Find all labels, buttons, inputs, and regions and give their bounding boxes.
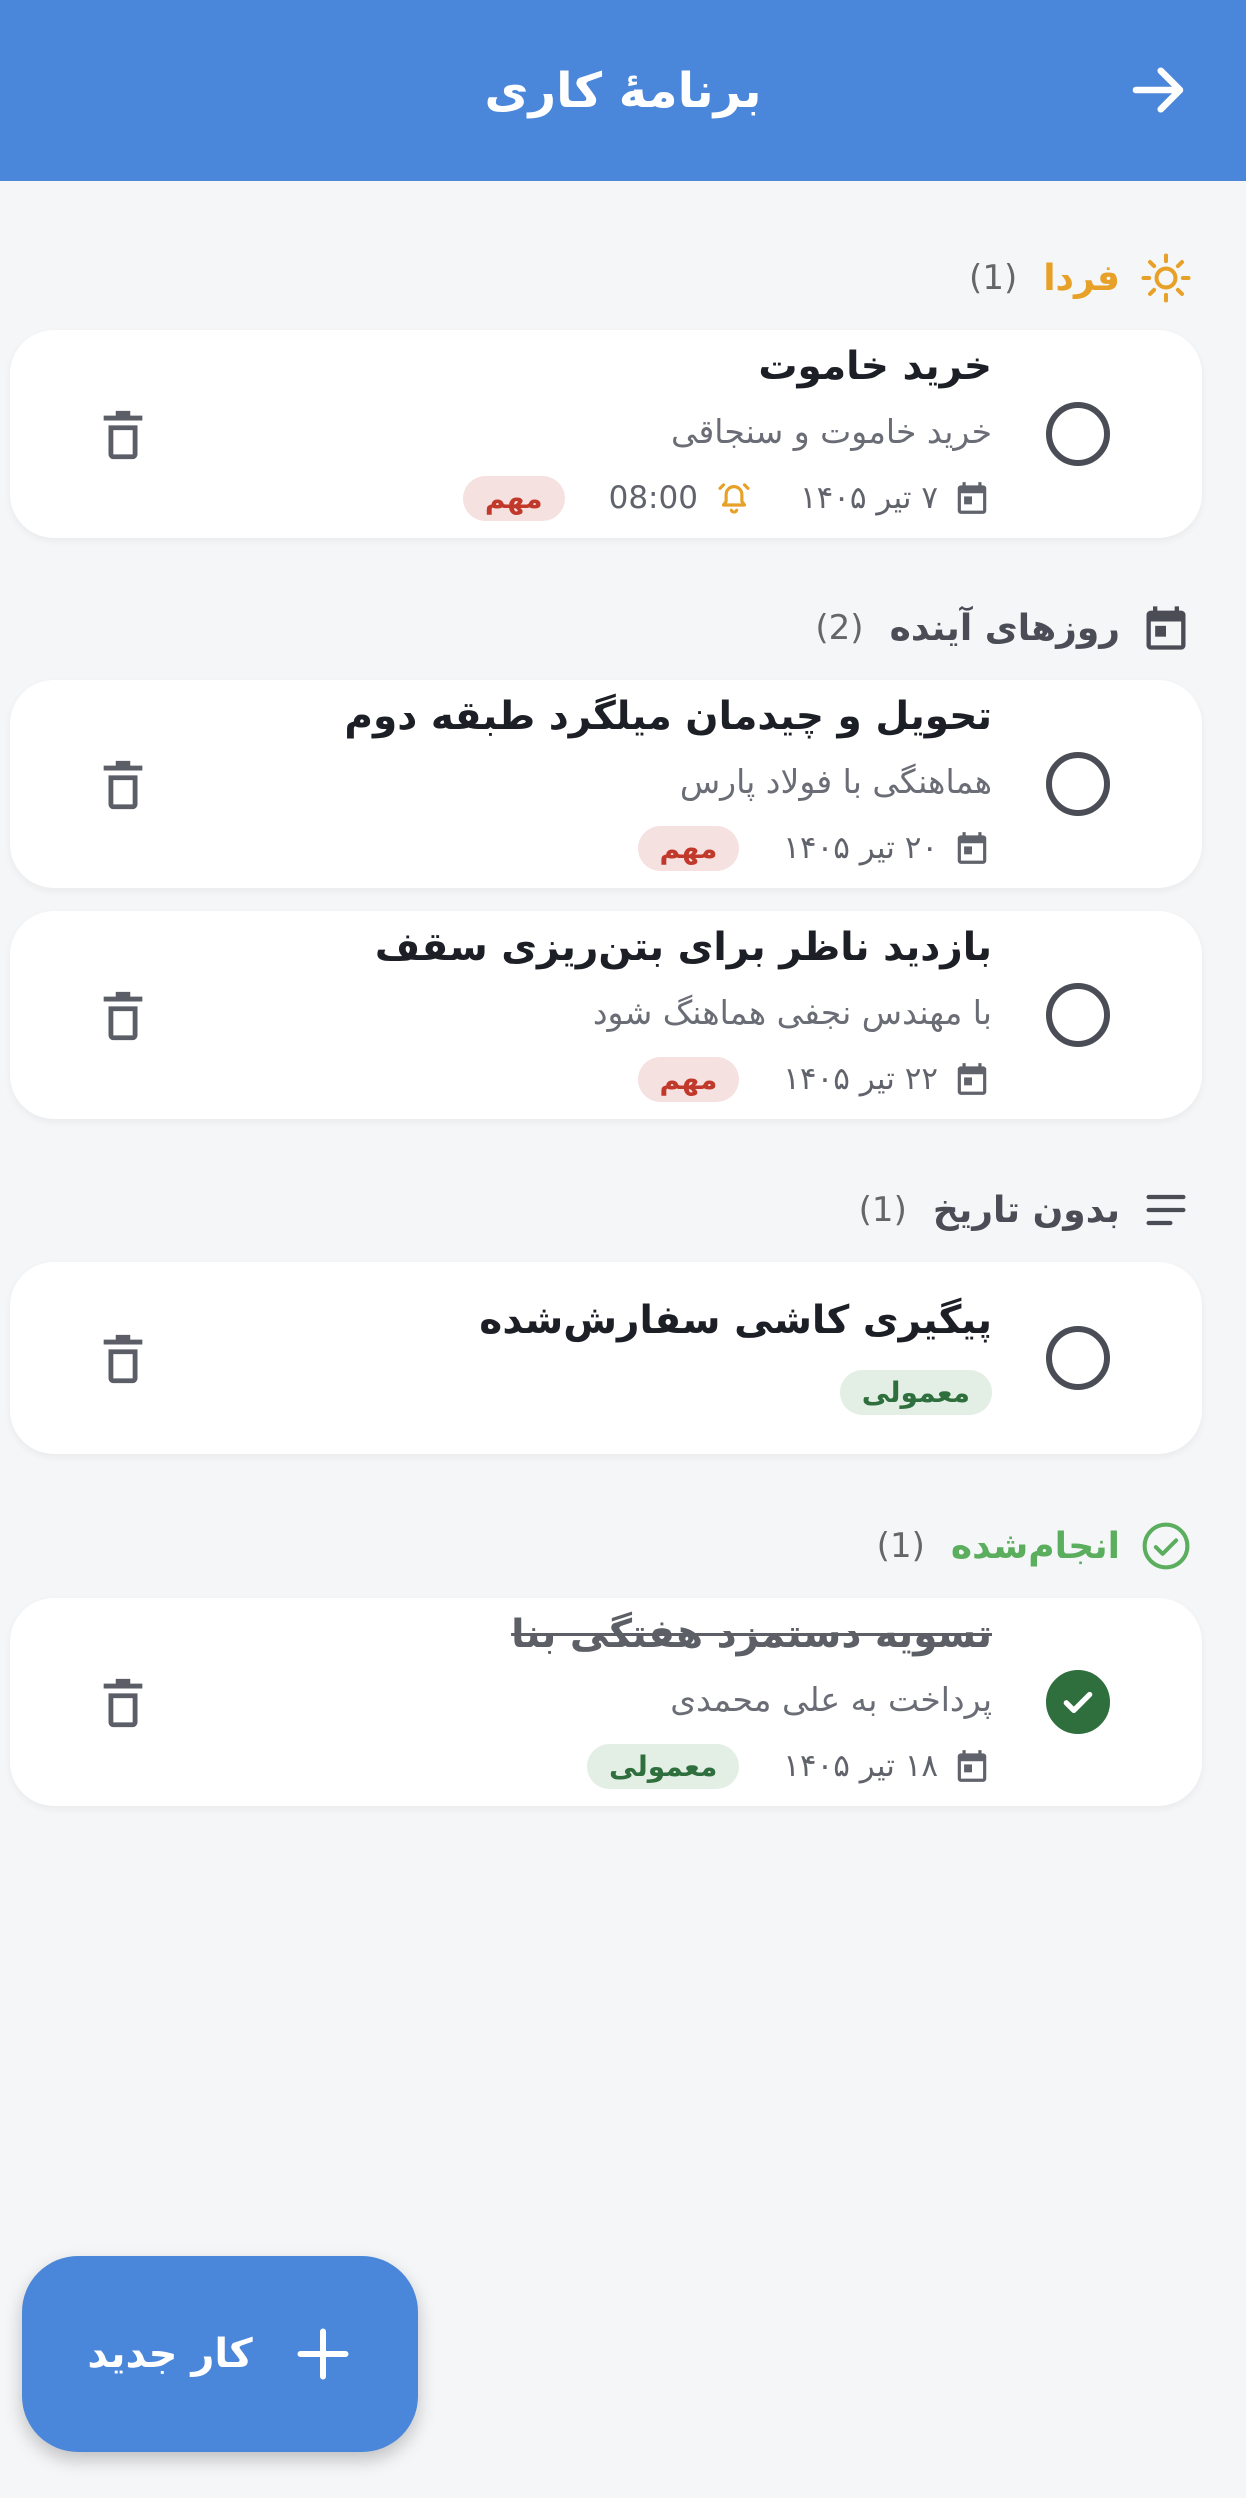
app-bar: برنامهٔ کاری (0, 0, 1246, 181)
new-task-button[interactable]: کار جدید (22, 2256, 418, 2452)
task-title: تسویه دستمزد هفتگی بنا (511, 1612, 992, 1657)
section-header-tomorrow: فردا (1) (969, 248, 1194, 308)
task-checkbox[interactable] (1046, 1326, 1110, 1390)
task-meta: ۲۰ تیر ۱۴۰۵ مهم (637, 824, 993, 872)
page-title: برنامهٔ کاری (484, 62, 762, 119)
task-card-completed[interactable]: تسویه دستمزد هفتگی بنا پرداخت به علی محم… (10, 1598, 1202, 1806)
checkmark-icon (1063, 1691, 1093, 1713)
section-count: (2) (815, 608, 864, 648)
calendar-icon (1138, 600, 1194, 656)
section-title: انجام‌شده (950, 1525, 1120, 1567)
priority-badge: مهم (637, 1056, 740, 1102)
task-title: تحویل و چیدمان میلگرد طبقه دوم (344, 694, 992, 739)
task-card[interactable]: خرید خاموت خرید خاموت و سنجاقی ۷ تیر ۱۴۰… (10, 330, 1202, 538)
task-description: هماهنگی با فولاد پارس (679, 762, 992, 801)
priority-badge: معمولی (839, 1369, 992, 1415)
delete-button[interactable] (88, 400, 158, 470)
task-meta: ۱۸ تیر ۱۴۰۵ معمولی (586, 1742, 992, 1790)
task-description: با مهندس نجفی هماهنگ شود (592, 993, 992, 1032)
task-card[interactable]: تحویل و چیدمان میلگرد طبقه دوم هماهنگی ب… (10, 680, 1202, 888)
trash-icon (103, 1678, 143, 1728)
task-title: خرید خاموت (758, 344, 992, 389)
lines-icon (1138, 1182, 1194, 1238)
new-task-label: کار جدید (87, 2331, 253, 2377)
section-count: (1) (969, 258, 1018, 298)
priority-badge: معمولی (586, 1743, 740, 1789)
task-meta: ۲۲ تیر ۱۴۰۵ مهم (637, 1055, 993, 1103)
priority-badge: مهم (462, 475, 565, 521)
task-description: پرداخت به علی محمدی (670, 1680, 992, 1719)
task-checkbox[interactable] (1046, 983, 1110, 1047)
task-title: پیگیری کاشی سفارش‌شده (479, 1298, 992, 1343)
delete-button[interactable] (88, 1324, 158, 1394)
task-title: بازدید ناظر برای بتن‌ریزی سقف (374, 925, 992, 970)
section-title: بدون تاریخ (932, 1189, 1120, 1231)
sun-icon (1138, 250, 1194, 306)
section-count: (1) (858, 1190, 907, 1230)
task-card[interactable]: بازدید ناظر برای بتن‌ریزی سقف با مهندس ن… (10, 911, 1202, 1119)
calendar-icon (952, 478, 992, 518)
trash-icon (103, 1334, 143, 1384)
calendar-icon (952, 828, 992, 868)
task-checkbox[interactable] (1046, 402, 1110, 466)
task-meta: ۷ تیر ۱۴۰۵ 08:00 مهم (462, 474, 992, 522)
task-date: ۲۲ تیر ۱۴۰۵ (783, 1061, 938, 1097)
check-circle-icon (1138, 1518, 1194, 1574)
section-title: روزهای آینده (889, 607, 1120, 649)
section-header-nodate: بدون تاریخ (1) (859, 1180, 1194, 1240)
calendar-icon (952, 1746, 992, 1786)
section-header-upcoming: روزهای آینده (2) (815, 598, 1194, 658)
trash-icon (103, 991, 143, 1041)
task-date: ۲۰ تیر ۱۴۰۵ (783, 830, 938, 866)
trash-icon (103, 760, 143, 810)
plus-icon (297, 2328, 349, 2380)
arrow-right-icon (1132, 67, 1184, 113)
delete-button[interactable] (88, 981, 158, 1051)
section-header-done: انجام‌شده (1) (877, 1516, 1194, 1576)
delete-button[interactable] (88, 1668, 158, 1738)
delete-button[interactable] (88, 750, 158, 820)
trash-icon (103, 410, 143, 460)
task-checkbox[interactable] (1046, 752, 1110, 816)
task-date: ۷ تیر ۱۴۰۵ (799, 480, 938, 516)
calendar-icon (952, 1059, 992, 1099)
section-title: فردا (1043, 257, 1120, 299)
todo-screen: برنامهٔ کاری فردا (1) خرید خاموت خرید خا… (0, 0, 1246, 2498)
section-count: (1) (876, 1526, 925, 1566)
task-card[interactable]: پیگیری کاشی سفارش‌شده معمولی (10, 1262, 1202, 1454)
priority-badge: مهم (637, 825, 740, 871)
task-time: 08:00 (608, 480, 698, 516)
task-checkbox-checked[interactable] (1046, 1670, 1110, 1734)
task-date: ۱۸ تیر ۱۴۰۵ (783, 1748, 938, 1784)
alarm-bell-icon (712, 476, 756, 520)
back-button[interactable] (1118, 50, 1198, 130)
task-description: خرید خاموت و سنجاقی (670, 412, 992, 451)
task-meta: معمولی (839, 1368, 992, 1416)
